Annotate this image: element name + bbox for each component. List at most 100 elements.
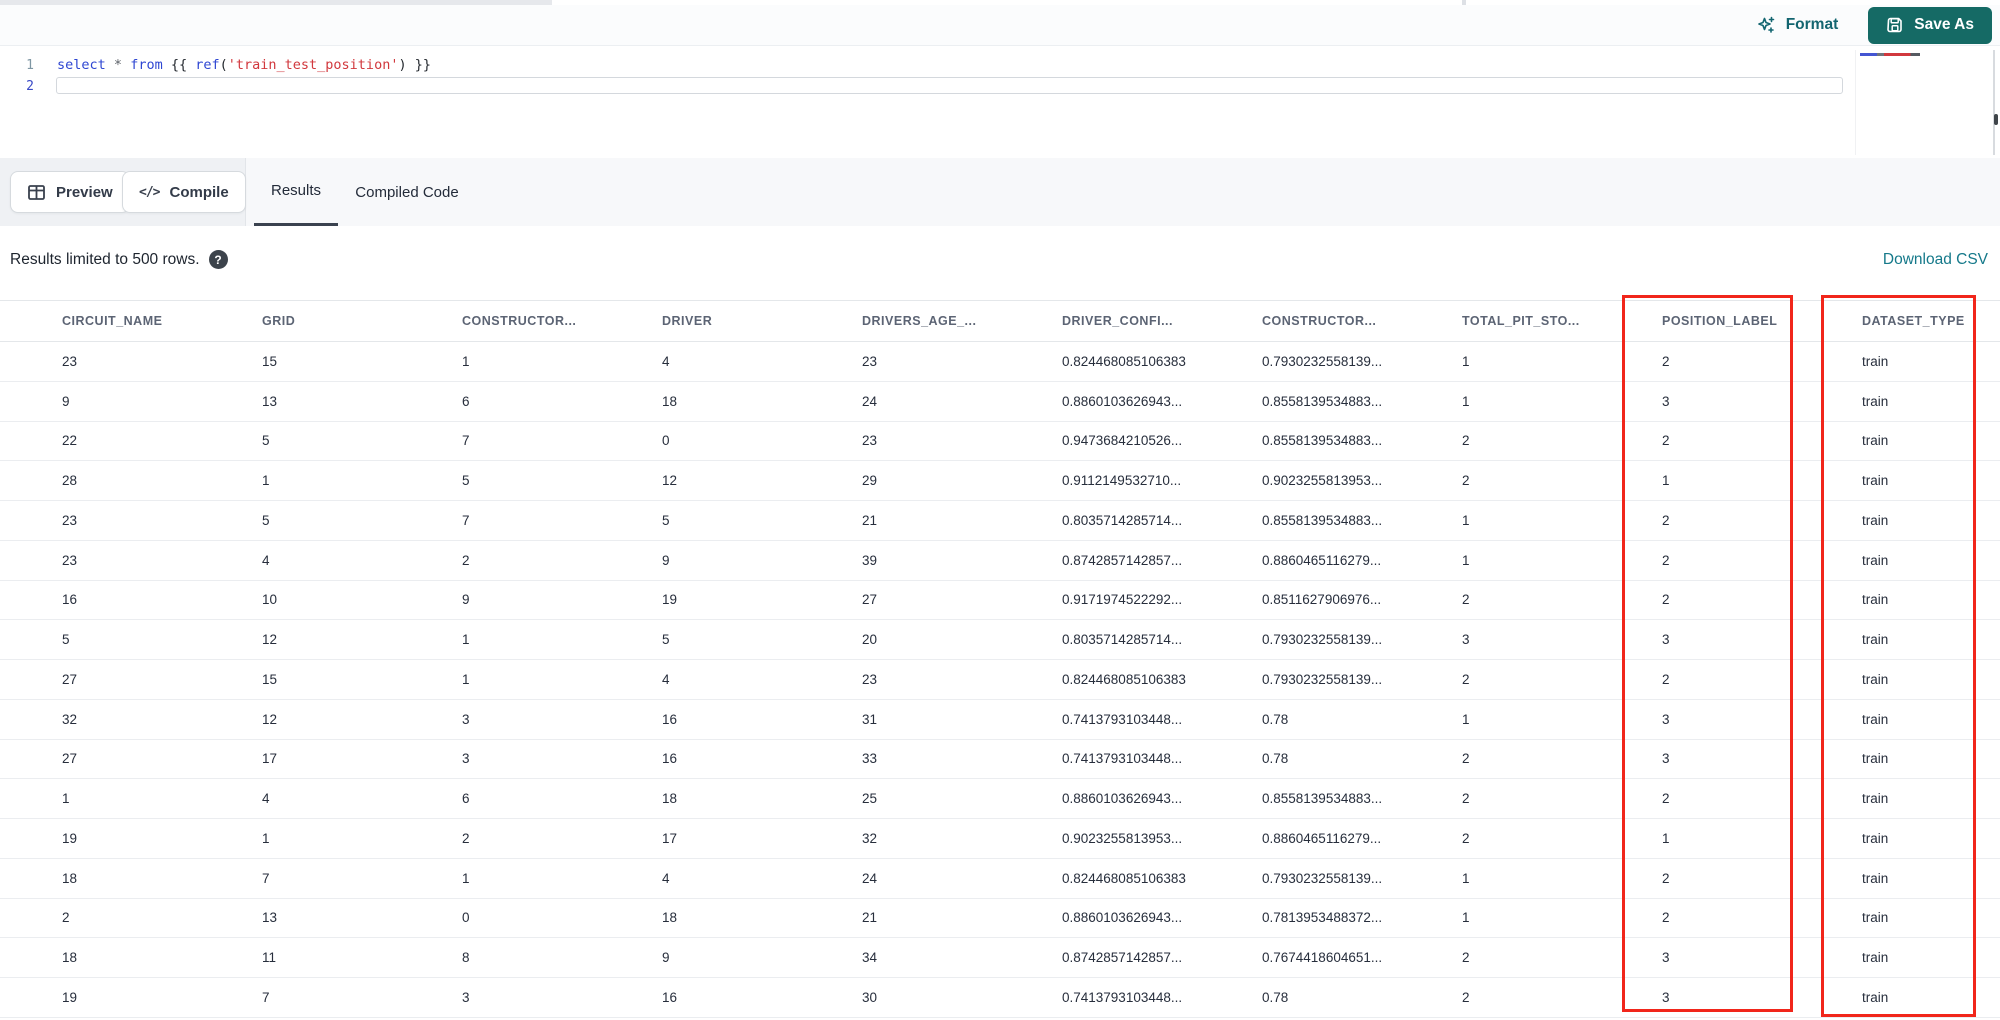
table-cell: 0.9473684210526... [1062, 433, 1183, 449]
table-cell: 23 [62, 353, 78, 369]
table-row: 23 15 1 4 23 0.824468085106383 0.7930232558139… [0, 342, 2000, 382]
table-cell: 0.8860465116279... [1262, 830, 1382, 846]
column-header: POSITION_LABEL [1662, 314, 1778, 328]
table-cell: train [1862, 552, 1889, 568]
table-cell: 0.8511627906976... [1262, 592, 1382, 608]
tab-compiled-code[interactable]: Compiled Code [352, 158, 462, 226]
table-cell: 5 [262, 433, 270, 449]
table-cell: 3 [1662, 950, 1670, 966]
table-cell: 7 [262, 989, 270, 1005]
table-row: 18 7 1 4 24 0.824468085106383 0.7930232558139.… [0, 859, 2000, 899]
action-bar: Preview </> Compile Results Compiled Cod… [0, 158, 2000, 226]
table-cell: train [1862, 433, 1889, 449]
table-cell: 4 [662, 870, 670, 886]
table-cell: 16 [662, 711, 678, 727]
table-cell: 0.8860103626943... [1062, 910, 1183, 926]
table-cell: train [1862, 910, 1889, 926]
table-body: 23 15 1 4 23 0.824468085106383 0.7930232558139… [0, 342, 2000, 1018]
table-cell: train [1862, 870, 1889, 886]
table-cell: 1 [262, 830, 270, 846]
column-header: CONSTRUCTOR... [462, 314, 577, 328]
column-header: DRIVERS_AGE_... [862, 314, 977, 328]
table-cell: 1 [1462, 552, 1470, 568]
table-cell: 24 [862, 870, 878, 886]
table-cell: 9 [462, 592, 470, 608]
table-grid-icon [27, 183, 46, 202]
minimap[interactable] [1855, 50, 1995, 155]
compile-button[interactable]: </> Compile [122, 171, 246, 213]
table-cell: 0.78 [1262, 711, 1289, 727]
table-cell: 31 [862, 711, 878, 727]
table-cell: 1 [262, 473, 270, 489]
table-cell: train [1862, 671, 1889, 687]
sparkle-icon [1756, 15, 1777, 36]
table-cell: train [1862, 353, 1889, 369]
table-cell: 7 [462, 433, 470, 449]
table-cell: 0.824468085106383 [1062, 671, 1186, 687]
table-cell: 1 [462, 671, 470, 687]
table-cell: 6 [462, 791, 470, 807]
table-cell: 16 [62, 592, 78, 608]
minimap-scrollbar[interactable] [1994, 114, 1998, 125]
table-cell: 16 [662, 751, 678, 767]
table-cell: 16 [662, 989, 678, 1005]
table-cell: 0.9023255813953... [1062, 830, 1183, 846]
column-header: CIRCUIT_NAME [62, 314, 163, 328]
table-cell: 0.8035714285714... [1062, 632, 1183, 648]
table-cell: 17 [262, 751, 278, 767]
active-line-cursor-box[interactable] [56, 77, 1843, 94]
column-header: DATASET_TYPE [1862, 314, 1965, 328]
code-editor[interactable]: 1 2 select * from {{ ref('train_test_pos… [0, 46, 2000, 158]
table-cell: 25 [862, 791, 878, 807]
table-cell: 3 [462, 751, 470, 767]
compile-label: Compile [169, 183, 229, 201]
table-cell: 13 [262, 910, 278, 926]
code-line-1[interactable]: select * from {{ ref('train_test_positio… [57, 57, 431, 73]
minimap-code-line [1860, 53, 1920, 56]
table-cell: 8 [462, 950, 470, 966]
preview-button[interactable]: Preview [10, 171, 130, 213]
table-cell: train [1862, 632, 1889, 648]
table-cell: 4 [262, 791, 270, 807]
column-header: TOTAL_PIT_STO... [1462, 314, 1580, 328]
table-cell: 28 [62, 473, 78, 489]
download-csv-link[interactable]: Download CSV [1883, 251, 1988, 269]
table-cell: 0.7813953488372... [1262, 910, 1383, 926]
help-icon[interactable]: ? [208, 250, 228, 269]
table-cell: 23 [862, 433, 878, 449]
table-cell: 9 [662, 950, 670, 966]
tab-results[interactable]: Results [254, 158, 338, 226]
table-cell: 0 [462, 910, 470, 926]
table-cell: 3 [1662, 711, 1670, 727]
table-cell: 32 [62, 711, 78, 727]
table-cell: 33 [862, 751, 878, 767]
table-cell: 19 [62, 989, 78, 1005]
table-cell: 3 [1662, 989, 1670, 1005]
table-cell: 2 [1462, 989, 1470, 1005]
table-cell: 23 [862, 671, 878, 687]
table-cell: 4 [662, 353, 670, 369]
table-cell: 0.7930232558139... [1262, 870, 1383, 886]
table-row: 27 17 3 16 33 0.7413793103448... 0.78 2 3 train [0, 740, 2000, 780]
table-cell: 0.7930232558139... [1262, 353, 1383, 369]
format-button[interactable]: Format [1756, 15, 1838, 36]
table-cell: 1 [1462, 353, 1470, 369]
save-icon [1886, 16, 1904, 34]
table-row: 5 12 1 5 20 0.8035714285714... 0.7930232558139… [0, 620, 2000, 660]
table-cell: 0.78 [1262, 989, 1289, 1005]
table-cell: 15 [262, 353, 278, 369]
table-cell: 10 [262, 592, 278, 608]
table-cell: 0.7930232558139... [1262, 632, 1383, 648]
table-cell: 19 [662, 592, 678, 608]
table-cell: 18 [62, 950, 78, 966]
table-cell: 2 [462, 552, 470, 568]
table-cell: 2 [1662, 592, 1670, 608]
code-token: select [57, 57, 106, 73]
table-cell: 0.8742857142857... [1062, 552, 1183, 568]
table-cell: 3 [462, 989, 470, 1005]
table-cell: 0.824468085106383 [1062, 353, 1186, 369]
table-cell: 18 [662, 393, 678, 409]
code-token: from [130, 57, 163, 73]
table-cell: 12 [262, 711, 278, 727]
save-as-button[interactable]: Save As [1868, 6, 1992, 44]
